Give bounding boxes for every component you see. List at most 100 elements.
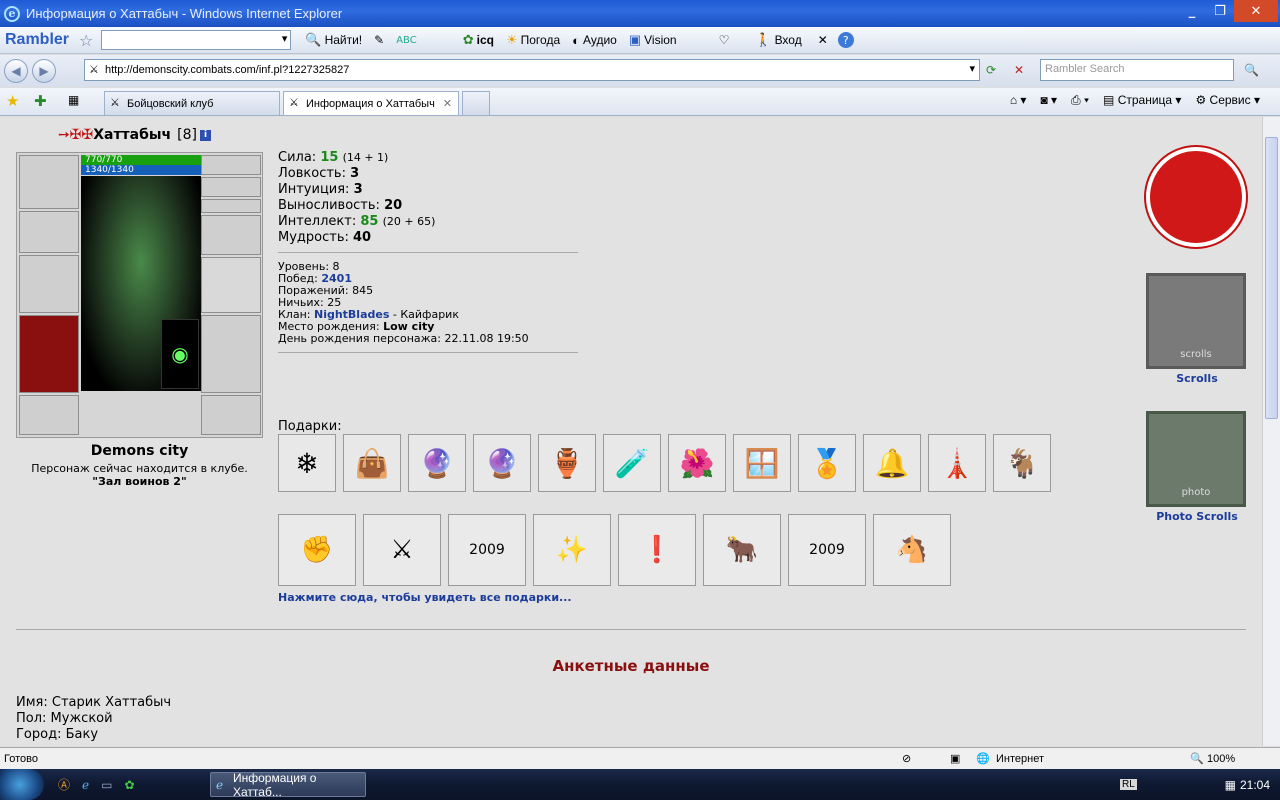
- popup-blocker-icon[interactable]: ⊘: [902, 752, 911, 765]
- page-menu[interactable]: ▤ Страница ▾: [1103, 93, 1181, 108]
- shield-slot[interactable]: [201, 257, 261, 313]
- gloves-slot[interactable]: [201, 215, 261, 255]
- stat-row: Интуиция: 3: [278, 182, 363, 197]
- rambler-search-input[interactable]: Rambler Search: [1040, 59, 1234, 81]
- gift-card[interactable]: 🐴: [873, 514, 951, 586]
- vertical-scrollbar[interactable]: [1262, 117, 1280, 746]
- bracers-slot[interactable]: [19, 211, 79, 253]
- find-button[interactable]: 🔍 Найти!: [305, 32, 362, 48]
- feeds-icon[interactable]: ◙ ▾: [1040, 93, 1057, 108]
- gift-item[interactable]: 🔮: [473, 434, 531, 492]
- gift-card[interactable]: ✊: [278, 514, 356, 586]
- scrolls-link[interactable]: Scrolls: [1146, 372, 1248, 385]
- spellcheck-icon[interactable]: ABC: [396, 35, 417, 46]
- tab-favicon-icon: ⚔: [289, 97, 299, 109]
- gift-item[interactable]: 🏺: [538, 434, 596, 492]
- gift-card[interactable]: ⚔: [363, 514, 441, 586]
- armor-slot[interactable]: [19, 315, 79, 393]
- gifts-label: Подарки:: [278, 419, 342, 434]
- gift-item[interactable]: 🏅: [798, 434, 856, 492]
- gift-item[interactable]: 🌺: [668, 434, 726, 492]
- tools-icon[interactable]: ✕: [818, 33, 828, 47]
- maximize-button[interactable]: ❐: [1206, 0, 1234, 22]
- rings-slot[interactable]: [201, 199, 261, 213]
- quick-tabs-icon[interactable]: ▦: [68, 93, 79, 107]
- page-content: ➙ ✠✠ Хаттабыч [8] i 770/770 1340/1340 ◉ …: [0, 117, 1262, 746]
- forward-button[interactable]: ▶: [32, 59, 56, 83]
- home-icon[interactable]: ⌂ ▾: [1010, 93, 1027, 108]
- photo-scrolls-link[interactable]: Photo Scrolls: [1146, 510, 1248, 523]
- language-indicator[interactable]: RL: [1120, 779, 1137, 790]
- zoom-level[interactable]: 100%: [1207, 753, 1235, 765]
- gift-item[interactable]: 🔔: [863, 434, 921, 492]
- star-icon[interactable]: ☆: [79, 31, 93, 50]
- demons-city-emblem-icon[interactable]: [1146, 147, 1246, 247]
- gift-item[interactable]: 🧪: [603, 434, 661, 492]
- vision-button[interactable]: ▣ Vision: [629, 32, 677, 48]
- arrow-icon[interactable]: ➙: [58, 127, 70, 143]
- help-icon[interactable]: ?: [837, 32, 854, 48]
- helmet-slot[interactable]: [19, 155, 79, 209]
- info-icon[interactable]: i: [200, 129, 212, 141]
- rambler-toolbar: Rambler ☆ 🔍Найти! ✎ ABC ✿icq ☀Погода ◐Ау…: [0, 27, 1280, 54]
- new-tab-button[interactable]: [462, 91, 490, 115]
- all-gifts-link[interactable]: Нажмите сюда, чтобы увидеть все подарки.…: [278, 591, 572, 604]
- tray-network-icon[interactable]: ▦: [1225, 778, 1236, 792]
- taskbar-ie-window[interactable]: ℯ Информация о Хаттаб...: [210, 771, 366, 799]
- person-icon: 🚶: [755, 32, 772, 47]
- quicklaunch-icq-icon[interactable]: ✿: [124, 778, 134, 792]
- add-favorites-icon[interactable]: ✚: [34, 92, 47, 110]
- gift-card[interactable]: 🐂: [703, 514, 781, 586]
- site-favicon-icon: ⚔: [89, 64, 99, 76]
- zoom-icon[interactable]: 🔍: [1190, 752, 1204, 765]
- gift-item[interactable]: 👜: [343, 434, 401, 492]
- belt-slot[interactable]: [19, 395, 79, 435]
- quicklaunch-ie-icon[interactable]: ℯ: [82, 778, 89, 792]
- audio-button[interactable]: ◐ Аудио: [572, 33, 617, 48]
- rambler-logo[interactable]: Rambler: [5, 31, 69, 49]
- legs-slot[interactable]: [201, 315, 261, 393]
- gift-item[interactable]: 🐐: [993, 434, 1051, 492]
- scrollbar-thumb[interactable]: [1265, 137, 1278, 419]
- tab-bar: ★ ✚ ▦ ⚔ Бойцовский клуб ⚔ Информация о Х…: [0, 88, 1280, 116]
- scrolls-banner[interactable]: scrolls: [1146, 273, 1246, 369]
- navigation-bar: ◀ ▶ ⚔ http://demonscity.combats.com/inf.…: [0, 55, 1280, 87]
- address-bar[interactable]: ⚔ http://demonscity.combats.com/inf.pl?1…: [84, 59, 980, 81]
- gift-item[interactable]: 🪟: [733, 434, 791, 492]
- weapon-slot[interactable]: [19, 255, 79, 313]
- quicklaunch-avast-icon[interactable]: Ⓐ: [58, 776, 70, 793]
- refresh-icon[interactable]: ⟳: [986, 63, 996, 77]
- stop-icon[interactable]: ✕: [1014, 63, 1024, 77]
- heart-icon[interactable]: ♡: [719, 33, 730, 47]
- tools-menu[interactable]: ⚙ Сервис ▾: [1195, 93, 1260, 108]
- start-button[interactable]: [0, 769, 44, 800]
- minimize-button[interactable]: _: [1178, 0, 1206, 22]
- tab-close-icon[interactable]: ✕: [443, 97, 452, 110]
- tab-combats[interactable]: ⚔ Бойцовский клуб: [104, 91, 280, 115]
- icq-button[interactable]: ✿ icq: [463, 32, 494, 48]
- rambler-search-combo[interactable]: [101, 30, 292, 50]
- gift-item[interactable]: 🗼: [928, 434, 986, 492]
- search-go-icon[interactable]: 🔍: [1244, 63, 1259, 77]
- pencil-icon[interactable]: ✎: [374, 33, 384, 47]
- location-block: Demons city Персонаж сейчас находится в …: [16, 443, 263, 488]
- weather-button[interactable]: ☀ Погода: [506, 32, 560, 48]
- gift-card[interactable]: ✨: [533, 514, 611, 586]
- clock[interactable]: 21:04: [1240, 778, 1270, 792]
- print-icon[interactable]: ⎙ ▾: [1071, 93, 1089, 108]
- back-button[interactable]: ◀: [4, 59, 28, 83]
- gift-card[interactable]: 2009: [448, 514, 526, 586]
- photo-scrolls-banner[interactable]: photo: [1146, 411, 1246, 507]
- tab-char-info[interactable]: ⚔ Информация о Хаттабыч ✕: [283, 91, 459, 115]
- gift-card[interactable]: ❗: [618, 514, 696, 586]
- quicklaunch-desktop-icon[interactable]: ▭: [101, 778, 112, 792]
- gift-card[interactable]: 2009: [788, 514, 866, 586]
- boots-slot[interactable]: [201, 395, 261, 435]
- login-button[interactable]: 🚶 Вход: [755, 32, 801, 48]
- amulet-slot[interactable]: [201, 177, 261, 197]
- favorites-star-icon[interactable]: ★: [6, 92, 19, 110]
- gift-item[interactable]: 🔮: [408, 434, 466, 492]
- close-button[interactable]: ✕: [1234, 0, 1278, 22]
- gift-item[interactable]: ❄: [278, 434, 336, 492]
- earrings-slot[interactable]: [201, 155, 261, 175]
